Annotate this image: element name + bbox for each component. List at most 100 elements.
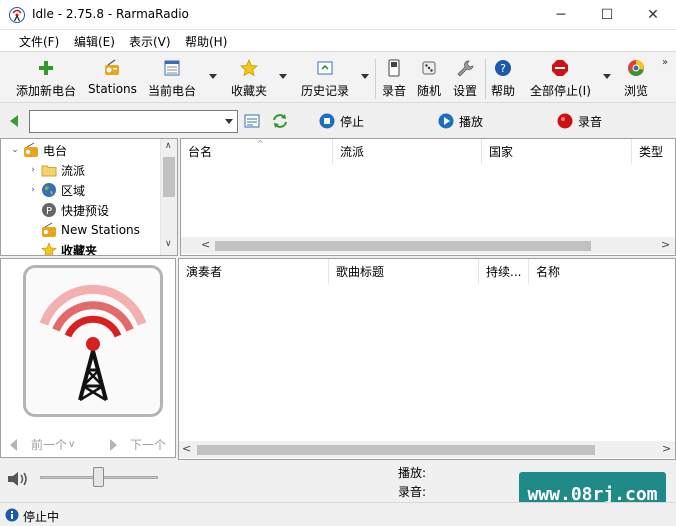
toolbar: 添加新电台 Stations 当前电台 收藏夹 历史记录 录音 随机 设置 ? … [0, 53, 676, 103]
settings-button[interactable]: 设置 [453, 59, 477, 101]
column-header-country[interactable]: 国家 [482, 139, 632, 164]
next-station-button[interactable]: 下一个 [110, 436, 166, 453]
record-control-label: 录音 [578, 114, 603, 129]
help-label: 帮助 [491, 84, 516, 98]
scroll-left-icon[interactable]: < [182, 442, 191, 455]
menu-help[interactable]: 帮助(H) [185, 33, 227, 50]
menu-edit[interactable]: 编辑(E) [74, 33, 115, 50]
random-button[interactable]: 随机 [417, 59, 441, 101]
info-icon [5, 508, 19, 522]
star-icon [240, 59, 258, 77]
back-arrow-icon[interactable] [10, 115, 18, 127]
history-button[interactable]: 历史记录 [301, 59, 349, 101]
tree-expander[interactable]: › [27, 165, 39, 175]
record-control-button[interactable]: 录音 [557, 111, 602, 131]
browser-icon [628, 60, 644, 76]
column-header-name[interactable]: 台名 [181, 139, 333, 164]
browse-label: 浏览 [624, 84, 649, 98]
station-combobox[interactable] [29, 110, 238, 133]
toolbar-overflow-button[interactable]: » [662, 57, 668, 68]
tree-item-label: 区域 [61, 183, 86, 198]
stations-button[interactable]: Stations [88, 59, 137, 101]
stop-all-dropdown[interactable] [603, 74, 611, 79]
refresh-icon[interactable] [271, 112, 289, 130]
stop-all-button[interactable]: 全部停止(I) [530, 59, 591, 101]
tree-item-genres[interactable]: › 流派 [27, 160, 85, 180]
help-button[interactable]: ? 帮助 [491, 59, 515, 101]
station-list: ^ 台名 流派 国家 类型 < > [180, 138, 676, 256]
maximize-button[interactable]: ☐ [584, 0, 630, 30]
svg-text:P: P [46, 206, 52, 217]
tree-scrollbar[interactable]: ∧ ∨ [160, 139, 177, 255]
history-icon [317, 61, 333, 75]
tree-expander[interactable]: ⌄ [9, 145, 21, 155]
preset-icon: P [42, 203, 56, 217]
chevron-down-icon[interactable] [225, 119, 233, 124]
scrollbar-thumb[interactable] [215, 241, 591, 251]
station-info-icon[interactable] [243, 112, 261, 130]
minimize-button[interactable]: ─ [538, 0, 584, 30]
app-radio-icon [9, 7, 25, 23]
tree-expander[interactable]: › [27, 185, 39, 195]
scroll-down-icon[interactable]: ∨ [165, 239, 172, 249]
menu-bar: 文件(F) 编辑(E) 表示(V) 帮助(H) [0, 30, 676, 52]
favorites-label: 收藏夹 [231, 84, 268, 98]
scrollbar-thumb[interactable] [197, 445, 595, 455]
station-input[interactable] [30, 111, 215, 132]
recorder-icon [388, 59, 400, 77]
category-tree: ⌄ 电台 › 流派 › 区域 P 快捷预设 New Stations 收藏夹 ∧… [0, 138, 178, 256]
favorites-dropdown[interactable] [279, 74, 287, 79]
scrollbar-thumb[interactable] [163, 157, 175, 197]
station-logo [23, 265, 163, 417]
speaker-icon[interactable] [6, 470, 30, 488]
next-arrow-icon [110, 438, 117, 451]
tree-item-presets[interactable]: P 快捷预设 [27, 200, 109, 220]
tree-item-new-stations[interactable]: New Stations [27, 220, 140, 240]
status-text: 停止中 [23, 510, 60, 524]
tree-item-favorites[interactable]: 收藏夹 [27, 240, 97, 255]
add-station-button[interactable]: 添加新电台 [16, 59, 76, 101]
scroll-left-icon[interactable]: < [201, 238, 210, 251]
current-station-dropdown[interactable] [209, 74, 217, 79]
add-station-label: 添加新电台 [16, 84, 77, 98]
toolbar-separator [375, 59, 376, 99]
tree-item-regions[interactable]: › 区域 [27, 180, 85, 200]
column-header-genre[interactable]: 流派 [333, 139, 482, 164]
history-dropdown[interactable] [361, 74, 369, 79]
close-button[interactable]: ✕ [630, 0, 676, 30]
station-list-hscrollbar[interactable]: < > [181, 237, 675, 254]
favorites-button[interactable]: 收藏夹 [231, 59, 267, 101]
column-header-title[interactable]: 名称 [529, 259, 675, 284]
radio-icon [42, 222, 56, 237]
menu-view[interactable]: 表示(V) [129, 33, 171, 50]
menu-file[interactable]: 文件(F) [19, 33, 59, 50]
tree-item-stations[interactable]: ⌄ 电台 [9, 140, 67, 160]
previous-dropdown-icon: ∨ [68, 439, 76, 450]
scroll-up-icon[interactable]: ∧ [165, 141, 172, 151]
volume-slider-thumb[interactable] [93, 467, 104, 487]
scroll-right-icon[interactable]: > [661, 238, 670, 251]
track-list: 演奏者 歌曲标题 持续... 名称 < > [178, 258, 676, 460]
control-bar: 停止 播放 录音 [0, 104, 676, 137]
broadcast-tower-icon [39, 284, 147, 402]
column-header-duration[interactable]: 持续... [479, 259, 529, 284]
scroll-right-icon[interactable]: > [662, 442, 671, 455]
list-icon [164, 60, 180, 76]
radio-icon [105, 59, 120, 75]
play-button[interactable]: 播放 [438, 111, 483, 131]
current-station-label: 当前电台 [148, 84, 197, 98]
record-button[interactable]: 录音 [382, 59, 406, 101]
stop-button[interactable]: 停止 [319, 111, 364, 131]
track-list-hscrollbar[interactable]: < > [179, 441, 675, 458]
settings-label: 设置 [453, 84, 478, 98]
current-station-button[interactable]: 当前电台 [148, 59, 196, 101]
column-header-type[interactable]: 类型 [632, 139, 675, 164]
browse-button[interactable]: 浏览 [624, 59, 648, 101]
radio-icon [24, 142, 38, 157]
tree-item-label: 流派 [61, 163, 86, 178]
column-header-artist[interactable]: 演奏者 [179, 259, 329, 284]
column-header-song-title[interactable]: 歌曲标题 [329, 259, 479, 284]
previous-station-button[interactable]: 前一个 ∨ [10, 436, 75, 453]
history-label: 历史记录 [301, 84, 350, 98]
stop-label: 停止 [340, 114, 365, 129]
